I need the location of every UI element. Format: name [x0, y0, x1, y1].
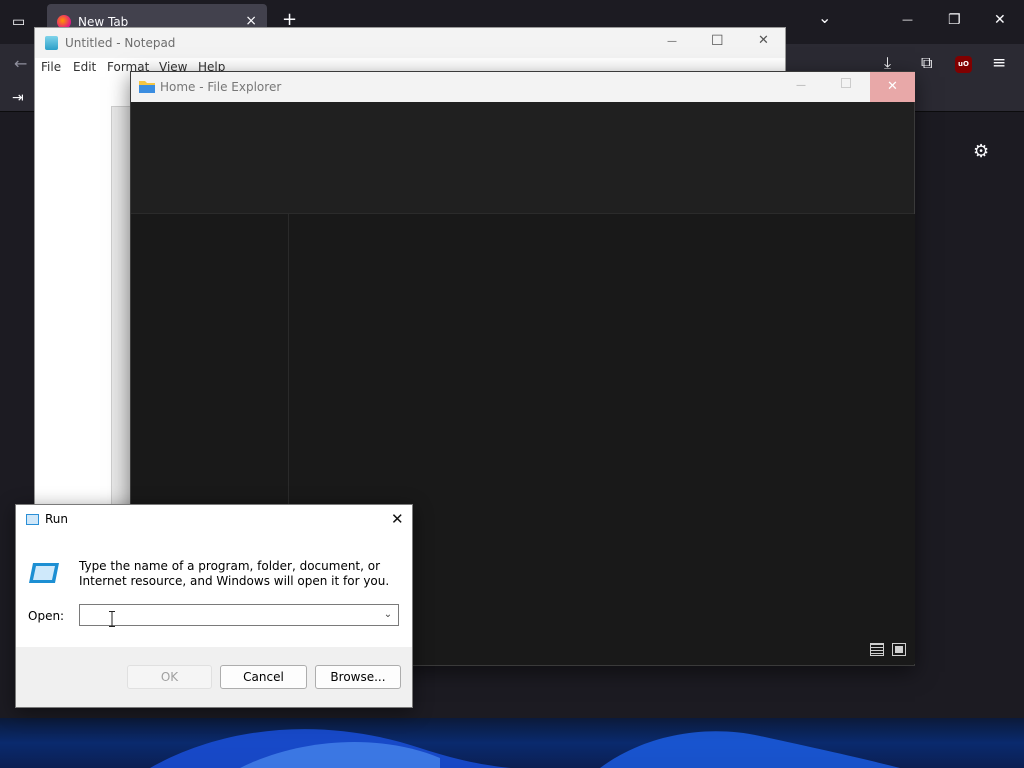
run-app-icon [29, 563, 59, 583]
tab-manager-icon[interactable]: ▭ [12, 14, 25, 30]
open-dropdown-icon[interactable]: ⌄ [378, 607, 398, 623]
explorer-title: Home - File Explorer [160, 80, 282, 94]
cancel-button[interactable]: Cancel [220, 665, 307, 689]
run-dialog[interactable]: Run ✕ Type the name of a program, folder… [15, 504, 413, 708]
run-body: Type the name of a program, folder, docu… [16, 535, 412, 647]
large-icons-view-icon[interactable] [892, 643, 906, 656]
run-title: Run [45, 512, 69, 526]
explorer-maximize-button[interactable] [841, 78, 851, 88]
notepad-maximize-button[interactable]: ☐ [711, 33, 724, 49]
explorer-ribbon [131, 102, 914, 214]
run-titlebar[interactable]: Run ✕ [16, 505, 412, 535]
run-description: Type the name of a program, folder, docu… [79, 559, 390, 588]
run-close-button[interactable]: ✕ [391, 510, 404, 528]
notepad-title: Untitled - Notepad [65, 36, 176, 50]
desktop-wallpaper [0, 718, 1024, 768]
browse-button[interactable]: Browse... [315, 665, 401, 689]
notepad-minimize-button[interactable]: — [667, 36, 677, 47]
back-icon[interactable]: ← [14, 56, 27, 72]
folder-icon [139, 81, 155, 93]
open-input[interactable] [79, 604, 399, 626]
notepad-titlebar[interactable]: Untitled - Notepad — ☐ ✕ [35, 28, 785, 58]
explorer-close-button[interactable]: ✕ [870, 72, 915, 102]
browser-minimize-button[interactable]: — [902, 12, 913, 28]
details-view-icon[interactable] [870, 643, 884, 656]
menu-file[interactable]: File [41, 60, 61, 74]
settings-icon[interactable]: ⚙ [973, 143, 989, 161]
downloads-icon[interactable]: ⤓ [884, 55, 891, 71]
new-tab-button[interactable]: + [282, 11, 297, 29]
explorer-minimize-button[interactable]: — [796, 80, 806, 91]
list-all-tabs-icon[interactable]: ⌄ [818, 10, 831, 26]
browser-close-button[interactable]: ✕ [994, 12, 1006, 28]
notepad-close-button[interactable]: ✕ [758, 33, 769, 48]
browser-restore-button[interactable]: ❐ [948, 12, 961, 28]
run-title-icon [26, 514, 39, 525]
explorer-titlebar[interactable]: Home - File Explorer — ✕ [131, 72, 915, 102]
menu-icon[interactable]: ≡ [992, 55, 1006, 72]
sign-in-icon[interactable]: ⇥ [12, 90, 24, 106]
menu-edit[interactable]: Edit [73, 60, 96, 74]
extensions-icon[interactable]: ⧉ [921, 55, 932, 71]
notepad-icon [45, 36, 58, 50]
open-label: Open: [28, 609, 65, 623]
ublock-icon[interactable]: uO [955, 56, 972, 73]
ok-button[interactable]: OK [127, 665, 212, 689]
text-cursor-icon [109, 611, 115, 627]
